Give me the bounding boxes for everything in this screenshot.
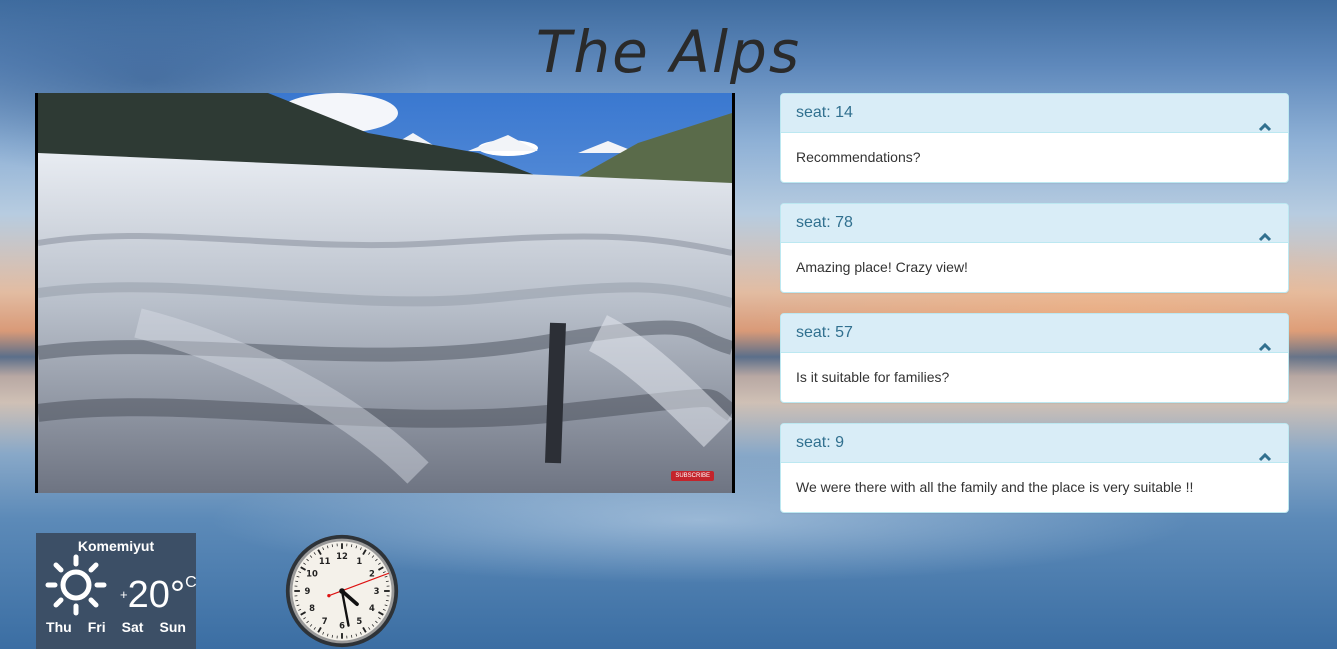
temp-unit: C <box>185 574 196 591</box>
forecast-days: Thu Fri Sat Sun <box>36 619 196 635</box>
glacier-scene <box>38 93 732 493</box>
comment-panel: seat: 57 Is it suitable for families? <box>780 313 1289 403</box>
video-player[interactable]: SUBSCRIBE <box>35 93 735 493</box>
video-frame-glacier: SUBSCRIBE <box>38 93 732 493</box>
forecast-day: Fri <box>87 619 106 635</box>
clock-numeral: 9 <box>304 586 310 596</box>
chevron-up-icon[interactable] <box>1258 122 1272 132</box>
clock-numeral: 8 <box>309 603 315 613</box>
comment-seat[interactable]: seat: 9 <box>781 424 1288 463</box>
comment-panel: seat: 78 Amazing place! Crazy view! <box>780 203 1289 293</box>
comment-text: Recommendations? <box>796 149 921 165</box>
clock-numeral: 2 <box>369 569 375 579</box>
comment-text: We were there with all the family and th… <box>796 479 1194 495</box>
weather-temperature: +20°C <box>120 563 196 615</box>
weather-widget[interactable]: Komemiyut +20°C Thu Fri Sat Sun <box>36 533 196 649</box>
comment-seat[interactable]: seat: 14 <box>781 94 1288 133</box>
comments-list: seat: 14 Recommendations? seat: 78 Amazi… <box>780 93 1289 533</box>
clock-numeral: 5 <box>356 616 362 626</box>
comment-text: Is it suitable for families? <box>796 369 950 385</box>
clock-numeral: 3 <box>374 586 380 596</box>
chevron-up-icon[interactable] <box>1258 452 1272 462</box>
clock-numeral: 1 <box>356 556 362 566</box>
comment-text: Amazing place! Crazy view! <box>796 259 968 275</box>
chevron-up-icon[interactable] <box>1258 342 1272 352</box>
clock-numeral: 7 <box>322 616 328 626</box>
comment-seat[interactable]: seat: 57 <box>781 314 1288 353</box>
clock-numeral: 6 <box>339 620 345 630</box>
clock-numeral: 4 <box>369 603 375 613</box>
forecast-day: Thu <box>46 619 72 635</box>
comment-seat[interactable]: seat: 78 <box>781 204 1288 243</box>
chevron-up-icon[interactable] <box>1258 232 1272 242</box>
temp-value: 20° <box>127 574 186 616</box>
forecast-day: Sun <box>159 619 186 635</box>
forecast-day: Sat <box>121 619 144 635</box>
comment-panel: seat: 9 We were there with all the famil… <box>780 423 1289 513</box>
weather-city: Komemiyut <box>77 538 155 554</box>
clock-numeral: 12 <box>336 551 348 561</box>
analog-clock: 12 12 3 45 6 78 9 1011 <box>285 534 399 648</box>
comment-panel: seat: 14 Recommendations? <box>780 93 1289 183</box>
clock-numeral: 11 <box>319 556 331 566</box>
sun-icon <box>45 554 107 616</box>
temp-sign: + <box>120 587 128 602</box>
page-title: The Alps <box>535 18 802 86</box>
subscribe-badge[interactable]: SUBSCRIBE <box>671 471 714 481</box>
clock-numeral: 10 <box>306 569 318 579</box>
